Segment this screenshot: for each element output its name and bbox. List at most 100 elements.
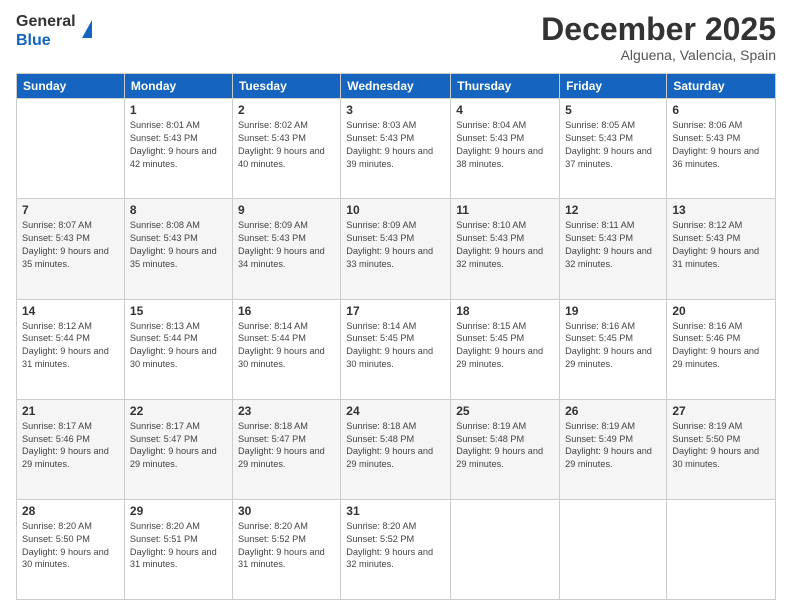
day-info: Sunrise: 8:06 AM Sunset: 5:43 PM Dayligh… xyxy=(672,119,770,171)
col-saturday: Saturday xyxy=(667,74,776,99)
subtitle: Alguena, Valencia, Spain xyxy=(541,47,776,63)
logo-text: General Blue xyxy=(16,12,76,50)
day-number: 23 xyxy=(238,404,335,418)
title-block: December 2025 Alguena, Valencia, Spain xyxy=(541,12,776,63)
table-row xyxy=(451,499,560,599)
day-info: Sunrise: 8:08 AM Sunset: 5:43 PM Dayligh… xyxy=(130,219,227,271)
day-info: Sunrise: 8:09 AM Sunset: 5:43 PM Dayligh… xyxy=(346,219,445,271)
day-info: Sunrise: 8:05 AM Sunset: 5:43 PM Dayligh… xyxy=(565,119,661,171)
day-number: 9 xyxy=(238,203,335,217)
day-number: 30 xyxy=(238,504,335,518)
table-row: 25 Sunrise: 8:19 AM Sunset: 5:48 PM Dayl… xyxy=(451,399,560,499)
col-friday: Friday xyxy=(560,74,667,99)
day-info: Sunrise: 8:20 AM Sunset: 5:50 PM Dayligh… xyxy=(22,520,119,572)
day-number: 13 xyxy=(672,203,770,217)
table-row: 3 Sunrise: 8:03 AM Sunset: 5:43 PM Dayli… xyxy=(341,99,451,199)
table-row: 6 Sunrise: 8:06 AM Sunset: 5:43 PM Dayli… xyxy=(667,99,776,199)
day-number: 11 xyxy=(456,203,554,217)
table-row: 29 Sunrise: 8:20 AM Sunset: 5:51 PM Dayl… xyxy=(124,499,232,599)
day-info: Sunrise: 8:19 AM Sunset: 5:49 PM Dayligh… xyxy=(565,420,661,472)
day-info: Sunrise: 8:11 AM Sunset: 5:43 PM Dayligh… xyxy=(565,219,661,271)
day-number: 22 xyxy=(130,404,227,418)
day-number: 2 xyxy=(238,103,335,117)
table-row: 22 Sunrise: 8:17 AM Sunset: 5:47 PM Dayl… xyxy=(124,399,232,499)
table-row: 31 Sunrise: 8:20 AM Sunset: 5:52 PM Dayl… xyxy=(341,499,451,599)
table-row: 30 Sunrise: 8:20 AM Sunset: 5:52 PM Dayl… xyxy=(232,499,340,599)
day-info: Sunrise: 8:01 AM Sunset: 5:43 PM Dayligh… xyxy=(130,119,227,171)
day-number: 15 xyxy=(130,304,227,318)
day-info: Sunrise: 8:14 AM Sunset: 5:45 PM Dayligh… xyxy=(346,320,445,372)
logo: General Blue xyxy=(16,12,92,50)
table-row: 17 Sunrise: 8:14 AM Sunset: 5:45 PM Dayl… xyxy=(341,299,451,399)
col-wednesday: Wednesday xyxy=(341,74,451,99)
day-number: 8 xyxy=(130,203,227,217)
day-number: 25 xyxy=(456,404,554,418)
page: General Blue December 2025 Alguena, Vale… xyxy=(0,0,792,612)
day-number: 19 xyxy=(565,304,661,318)
table-row: 14 Sunrise: 8:12 AM Sunset: 5:44 PM Dayl… xyxy=(17,299,125,399)
calendar-table: Sunday Monday Tuesday Wednesday Thursday… xyxy=(16,73,776,600)
day-number: 12 xyxy=(565,203,661,217)
day-number: 17 xyxy=(346,304,445,318)
table-row xyxy=(667,499,776,599)
table-row: 16 Sunrise: 8:14 AM Sunset: 5:44 PM Dayl… xyxy=(232,299,340,399)
logo-triangle-icon xyxy=(82,20,92,38)
col-thursday: Thursday xyxy=(451,74,560,99)
col-tuesday: Tuesday xyxy=(232,74,340,99)
day-number: 7 xyxy=(22,203,119,217)
table-row: 13 Sunrise: 8:12 AM Sunset: 5:43 PM Dayl… xyxy=(667,199,776,299)
day-info: Sunrise: 8:15 AM Sunset: 5:45 PM Dayligh… xyxy=(456,320,554,372)
day-info: Sunrise: 8:12 AM Sunset: 5:43 PM Dayligh… xyxy=(672,219,770,271)
day-number: 27 xyxy=(672,404,770,418)
table-row: 4 Sunrise: 8:04 AM Sunset: 5:43 PM Dayli… xyxy=(451,99,560,199)
table-row xyxy=(17,99,125,199)
table-row: 7 Sunrise: 8:07 AM Sunset: 5:43 PM Dayli… xyxy=(17,199,125,299)
day-number: 6 xyxy=(672,103,770,117)
day-info: Sunrise: 8:18 AM Sunset: 5:47 PM Dayligh… xyxy=(238,420,335,472)
table-row: 18 Sunrise: 8:15 AM Sunset: 5:45 PM Dayl… xyxy=(451,299,560,399)
table-row: 26 Sunrise: 8:19 AM Sunset: 5:49 PM Dayl… xyxy=(560,399,667,499)
day-info: Sunrise: 8:20 AM Sunset: 5:52 PM Dayligh… xyxy=(346,520,445,572)
day-number: 20 xyxy=(672,304,770,318)
table-row: 8 Sunrise: 8:08 AM Sunset: 5:43 PM Dayli… xyxy=(124,199,232,299)
day-info: Sunrise: 8:17 AM Sunset: 5:47 PM Dayligh… xyxy=(130,420,227,472)
table-row: 24 Sunrise: 8:18 AM Sunset: 5:48 PM Dayl… xyxy=(341,399,451,499)
day-info: Sunrise: 8:12 AM Sunset: 5:44 PM Dayligh… xyxy=(22,320,119,372)
day-info: Sunrise: 8:02 AM Sunset: 5:43 PM Dayligh… xyxy=(238,119,335,171)
day-info: Sunrise: 8:13 AM Sunset: 5:44 PM Dayligh… xyxy=(130,320,227,372)
day-number: 1 xyxy=(130,103,227,117)
day-info: Sunrise: 8:19 AM Sunset: 5:48 PM Dayligh… xyxy=(456,420,554,472)
main-title: December 2025 xyxy=(541,12,776,47)
day-info: Sunrise: 8:03 AM Sunset: 5:43 PM Dayligh… xyxy=(346,119,445,171)
day-info: Sunrise: 8:07 AM Sunset: 5:43 PM Dayligh… xyxy=(22,219,119,271)
table-row: 5 Sunrise: 8:05 AM Sunset: 5:43 PM Dayli… xyxy=(560,99,667,199)
day-info: Sunrise: 8:16 AM Sunset: 5:46 PM Dayligh… xyxy=(672,320,770,372)
col-sunday: Sunday xyxy=(17,74,125,99)
table-row: 21 Sunrise: 8:17 AM Sunset: 5:46 PM Dayl… xyxy=(17,399,125,499)
table-row: 19 Sunrise: 8:16 AM Sunset: 5:45 PM Dayl… xyxy=(560,299,667,399)
day-info: Sunrise: 8:19 AM Sunset: 5:50 PM Dayligh… xyxy=(672,420,770,472)
table-row: 23 Sunrise: 8:18 AM Sunset: 5:47 PM Dayl… xyxy=(232,399,340,499)
day-number: 29 xyxy=(130,504,227,518)
day-info: Sunrise: 8:20 AM Sunset: 5:51 PM Dayligh… xyxy=(130,520,227,572)
day-number: 18 xyxy=(456,304,554,318)
calendar-header-row: Sunday Monday Tuesday Wednesday Thursday… xyxy=(17,74,776,99)
day-info: Sunrise: 8:10 AM Sunset: 5:43 PM Dayligh… xyxy=(456,219,554,271)
day-info: Sunrise: 8:16 AM Sunset: 5:45 PM Dayligh… xyxy=(565,320,661,372)
table-row: 2 Sunrise: 8:02 AM Sunset: 5:43 PM Dayli… xyxy=(232,99,340,199)
day-number: 14 xyxy=(22,304,119,318)
day-number: 5 xyxy=(565,103,661,117)
table-row: 11 Sunrise: 8:10 AM Sunset: 5:43 PM Dayl… xyxy=(451,199,560,299)
table-row: 20 Sunrise: 8:16 AM Sunset: 5:46 PM Dayl… xyxy=(667,299,776,399)
table-row: 10 Sunrise: 8:09 AM Sunset: 5:43 PM Dayl… xyxy=(341,199,451,299)
day-info: Sunrise: 8:18 AM Sunset: 5:48 PM Dayligh… xyxy=(346,420,445,472)
col-monday: Monday xyxy=(124,74,232,99)
day-info: Sunrise: 8:04 AM Sunset: 5:43 PM Dayligh… xyxy=(456,119,554,171)
day-number: 4 xyxy=(456,103,554,117)
table-row: 1 Sunrise: 8:01 AM Sunset: 5:43 PM Dayli… xyxy=(124,99,232,199)
day-number: 28 xyxy=(22,504,119,518)
day-number: 24 xyxy=(346,404,445,418)
day-info: Sunrise: 8:20 AM Sunset: 5:52 PM Dayligh… xyxy=(238,520,335,572)
table-row: 9 Sunrise: 8:09 AM Sunset: 5:43 PM Dayli… xyxy=(232,199,340,299)
day-number: 26 xyxy=(565,404,661,418)
